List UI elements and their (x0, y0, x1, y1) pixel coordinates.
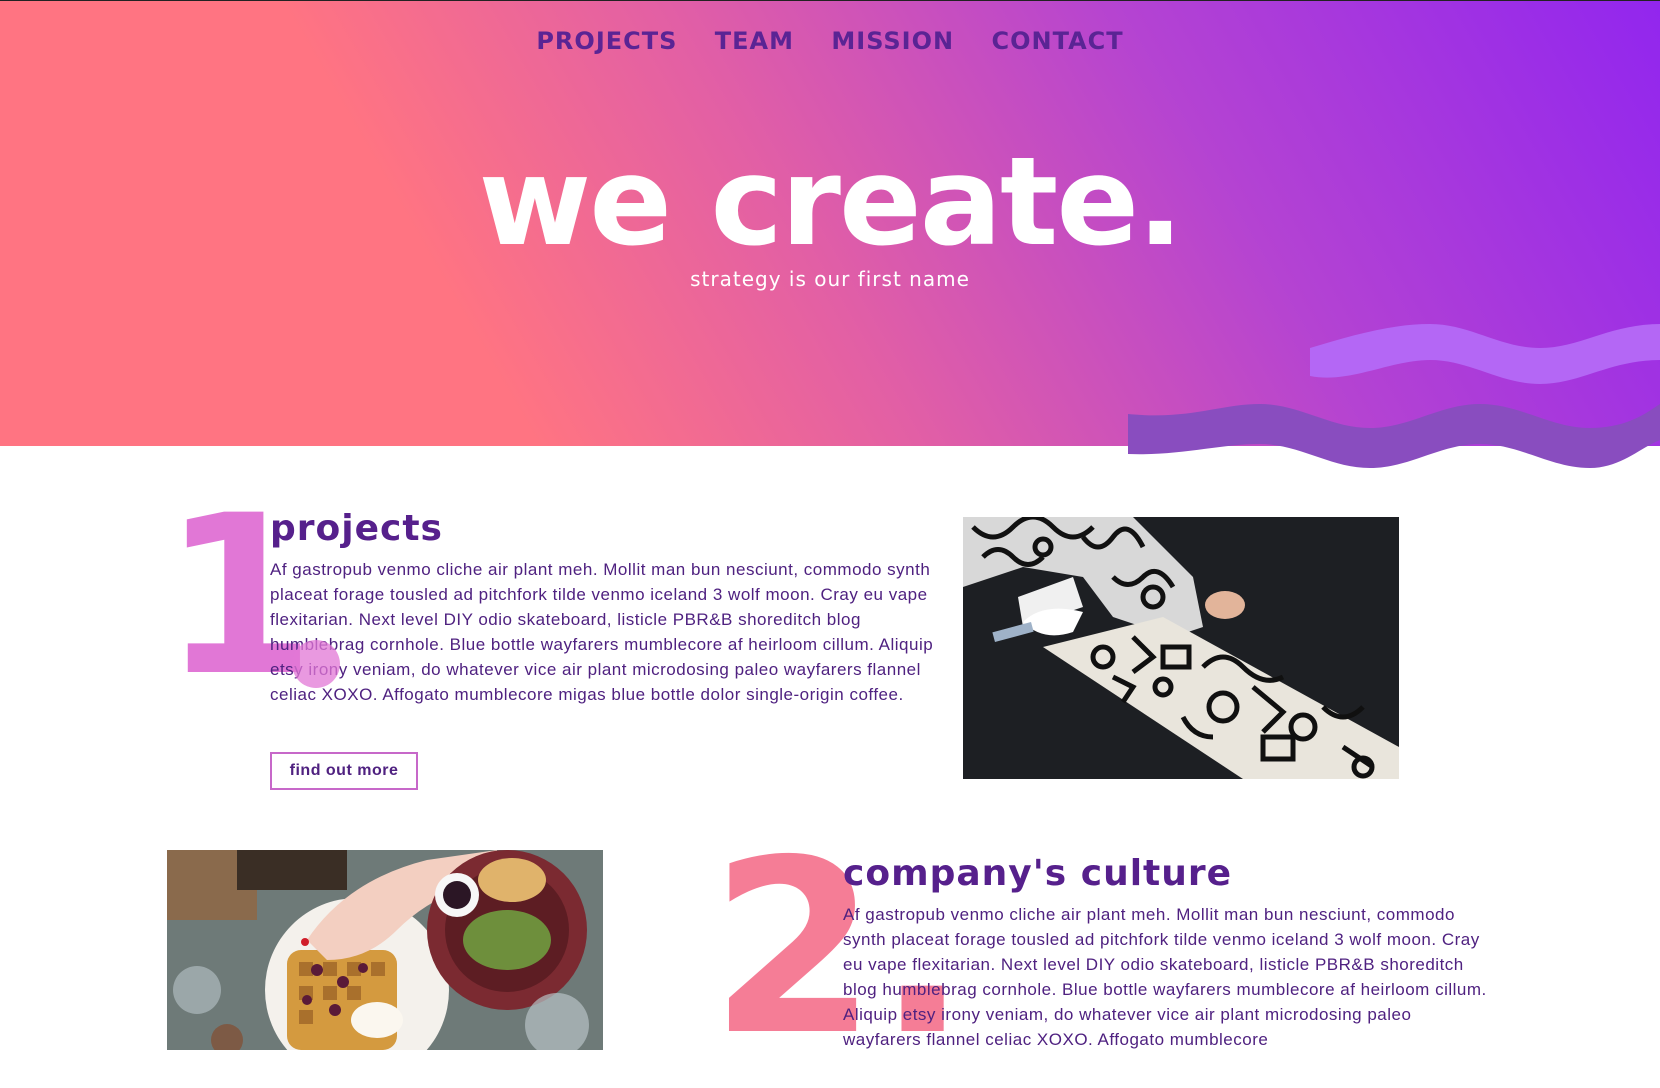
nav-link-mission[interactable]: MISSION (831, 27, 954, 55)
section-title-projects: projects (270, 508, 443, 549)
nav-link-team[interactable]: TEAM (715, 27, 794, 55)
wave-dark (1128, 404, 1660, 468)
find-out-more-button[interactable]: find out more (270, 752, 418, 790)
hero-title: we create. (478, 131, 1184, 273)
projects-street-art-image (963, 517, 1399, 779)
pink-dot-decoration (292, 640, 340, 688)
wave-light (1310, 324, 1660, 384)
section-body-projects: Af gastropub venmo cliche air plant meh.… (270, 560, 934, 704)
main-nav: PROJECTS TEAM MISSION CONTACT (0, 27, 1660, 55)
section-body-culture: Af gastropub venmo cliche air plant meh.… (843, 905, 1487, 1049)
nav-link-projects[interactable]: PROJECTS (536, 27, 677, 55)
section-title-culture: company's culture (843, 853, 1233, 894)
wave-decoration (1128, 324, 1660, 468)
culture-food-image (167, 850, 603, 1050)
nav-link-contact[interactable]: CONTACT (991, 27, 1123, 55)
hero-subtitle: strategy is our first name (690, 267, 970, 291)
